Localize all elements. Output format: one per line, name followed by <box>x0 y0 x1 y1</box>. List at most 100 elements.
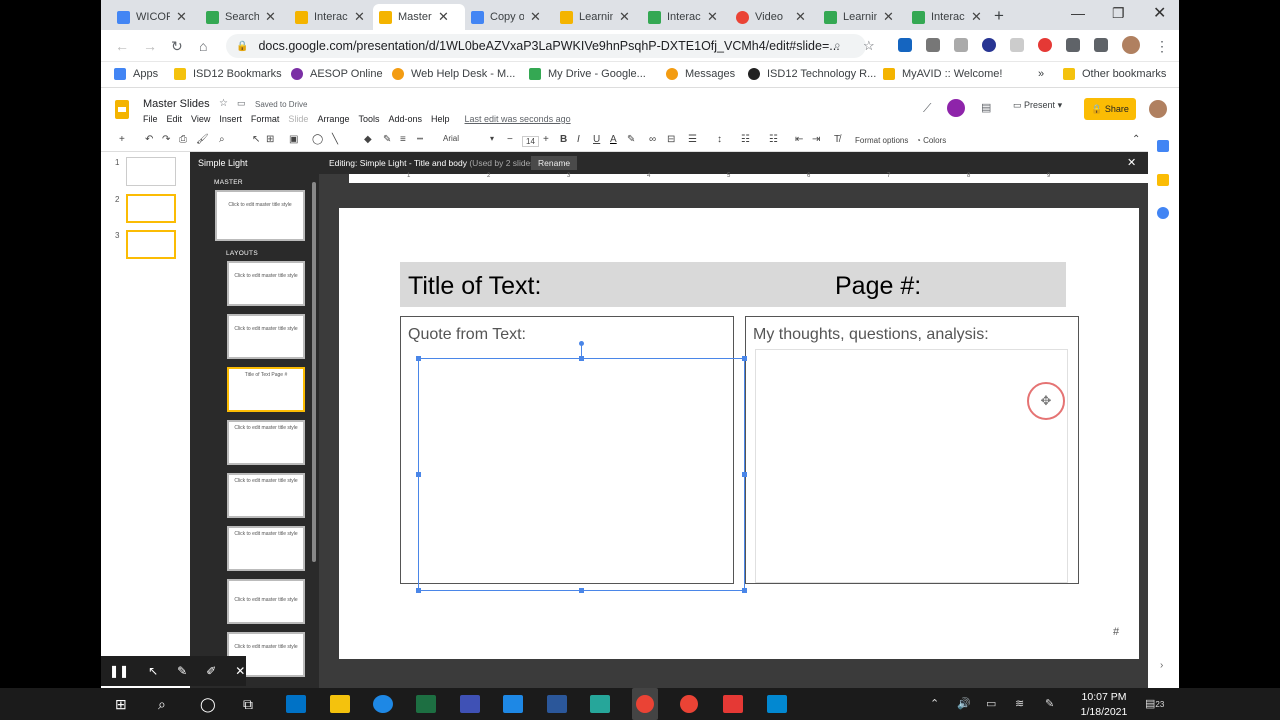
screencast-icon[interactable] <box>503 695 523 713</box>
highlight-icon[interactable]: ✎ <box>627 134 635 145</box>
resize-handle[interactable] <box>579 588 584 593</box>
menu-file[interactable]: File <box>143 114 158 124</box>
search-icon[interactable]: ⌕ <box>834 38 841 53</box>
bookmark-star-icon[interactable]: ☆ <box>863 38 875 54</box>
bookmark-apps[interactable]: Apps <box>114 68 158 80</box>
pen-workspace-icon[interactable]: ✎ <box>1045 697 1054 710</box>
collapse-toolbar-icon[interactable]: ⌃ <box>1132 134 1140 145</box>
resize-handle[interactable] <box>742 356 747 361</box>
close-tab-icon[interactable]: ✕ <box>795 9 806 25</box>
font-size-input[interactable]: 14 <box>522 136 539 147</box>
battery-icon[interactable]: ▭ <box>986 697 996 710</box>
resize-handle[interactable] <box>416 356 421 361</box>
zoom-icon[interactable]: ⌕ <box>219 134 225 145</box>
close-window-icon[interactable]: ✕ <box>1153 3 1166 23</box>
menu-kebab-icon[interactable]: ⋮ <box>1155 38 1169 55</box>
extension-icon[interactable] <box>1010 38 1024 52</box>
close-tab-icon[interactable]: ✕ <box>354 9 365 25</box>
link-icon[interactable]: ∞ <box>649 134 656 145</box>
menu-help[interactable]: Help <box>431 114 450 124</box>
resize-handle[interactable] <box>416 472 421 477</box>
font-size-decrease-icon[interactable]: − <box>507 134 513 145</box>
cortana-icon[interactable]: ◯ <box>200 696 216 713</box>
title-placeholder[interactable]: Title of Text: Page #: <box>400 262 1066 307</box>
extension-icon[interactable] <box>954 38 968 52</box>
slides-logo-icon[interactable] <box>115 100 129 119</box>
browser-tab[interactable]: Video ✕ <box>730 4 818 30</box>
thoughts-body-placeholder[interactable] <box>755 349 1068 583</box>
close-tab-icon[interactable]: ✕ <box>619 9 630 25</box>
new-tab-icon[interactable]: + <box>994 6 1004 26</box>
comments-icon[interactable]: ▤ <box>981 101 991 114</box>
fill-color-icon[interactable]: ◆ <box>364 134 372 145</box>
layout-thumbnail-selected[interactable]: Title of Text Page # <box>227 367 305 412</box>
select-cursor-icon[interactable]: ↖ <box>252 134 260 145</box>
extension-icon[interactable] <box>982 38 996 52</box>
horizontal-ruler[interactable]: 1 2 3 4 5 6 7 8 9 <box>349 173 1148 183</box>
menu-edit[interactable]: Edit <box>167 114 183 124</box>
addon-icon[interactable] <box>947 99 965 117</box>
slide-thumbnail[interactable] <box>126 157 176 186</box>
app-icon[interactable] <box>723 695 743 713</box>
colors-button[interactable]: ◔ Colors <box>916 136 946 145</box>
account-avatar[interactable] <box>1149 100 1167 118</box>
volume-icon[interactable]: 🔊 <box>957 697 971 710</box>
resize-handle[interactable] <box>416 588 421 593</box>
wifi-icon[interactable]: ≋ <box>1015 697 1024 710</box>
menu-arrange[interactable]: Arrange <box>317 114 349 124</box>
extension-icon[interactable] <box>926 38 940 52</box>
slide-thumbnail[interactable] <box>126 230 176 259</box>
slide-thumbnail[interactable] <box>126 194 176 223</box>
task-view-icon[interactable]: ⧉ <box>243 696 253 713</box>
bold-icon[interactable]: B <box>560 134 567 145</box>
reload-icon[interactable]: ↻ <box>171 38 183 55</box>
pointer-icon[interactable]: ↖ <box>148 664 158 678</box>
close-editor-icon[interactable]: ✕ <box>1127 156 1136 169</box>
browser-tab[interactable]: Learnin ✕ <box>554 4 642 30</box>
close-tab-icon[interactable]: ✕ <box>176 9 187 25</box>
close-tab-icon[interactable]: ✕ <box>971 9 982 25</box>
extension-icon[interactable] <box>1038 38 1052 52</box>
menu-add-ons[interactable]: Add-ons <box>388 114 422 124</box>
tasks-icon[interactable] <box>1157 207 1169 219</box>
resize-handle[interactable] <box>579 356 584 361</box>
browser-tab[interactable]: Copy o ✕ <box>465 4 553 30</box>
edge-icon[interactable] <box>373 695 393 713</box>
back-icon[interactable]: ← <box>115 38 129 54</box>
file-explorer-icon[interactable] <box>330 695 350 713</box>
browser-tab-active[interactable]: Master ✕ <box>373 4 465 30</box>
bookmark-link[interactable]: MyAVID :: Welcome! <box>883 68 1002 80</box>
resize-handle[interactable] <box>742 588 747 593</box>
browser-tab[interactable]: Learnin ✕ <box>818 4 906 30</box>
text-color-icon[interactable]: A <box>610 134 617 145</box>
shape-icon[interactable]: ◯ <box>312 134 323 145</box>
puzzle-extensions-icon[interactable] <box>1066 38 1080 52</box>
bookmark-link[interactable]: Web Help Desk - M... <box>392 68 515 80</box>
panel-scrollbar[interactable] <box>312 182 316 562</box>
search-icon[interactable]: ⌕ <box>158 696 166 713</box>
border-weight-icon[interactable]: ≡ <box>400 134 406 145</box>
close-tab-icon[interactable]: ✕ <box>707 9 718 25</box>
undo-icon[interactable]: ↶ <box>145 134 153 145</box>
layout-thumbnail[interactable]: Click to edit master title style <box>227 420 305 465</box>
line-icon[interactable]: ╲ <box>332 134 338 145</box>
photos-icon[interactable] <box>767 695 787 713</box>
underline-icon[interactable]: U <box>593 134 600 145</box>
browser-tab[interactable]: WICOR ✕ <box>111 4 199 30</box>
rename-button[interactable]: Rename <box>531 156 578 170</box>
home-icon[interactable]: ⌂ <box>199 38 207 54</box>
layout-thumbnail[interactable]: Click to edit master title style <box>227 579 305 624</box>
address-bar[interactable]: 🔒 docs.google.com/presentation/d/1WL0beA… <box>226 34 866 58</box>
profile-avatar[interactable] <box>1122 36 1140 54</box>
outlook-icon[interactable] <box>286 695 306 713</box>
bookmark-folder[interactable]: ISD12 Bookmarks <box>174 68 282 80</box>
more-bookmarks-icon[interactable]: » <box>1038 68 1044 80</box>
expand-panel-icon[interactable]: › <box>1160 660 1163 671</box>
border-dash-icon[interactable]: ┅ <box>417 134 423 145</box>
close-tab-icon[interactable]: ✕ <box>530 9 541 25</box>
menu-slide[interactable]: Slide <box>288 114 308 124</box>
bookmark-link[interactable]: Messages <box>666 68 735 80</box>
menu-format[interactable]: Format <box>251 114 280 124</box>
tray-overflow-icon[interactable]: ⌃ <box>930 697 939 710</box>
line-spacing-icon[interactable]: ↕ <box>717 134 722 145</box>
